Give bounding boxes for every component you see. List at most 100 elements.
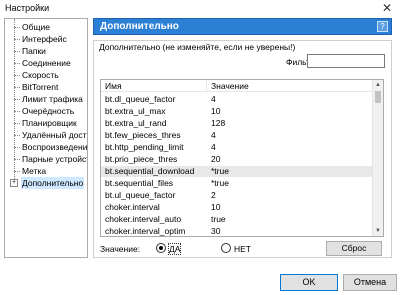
panel-header: Дополнительно ? [93, 18, 392, 35]
tree-branch [14, 135, 20, 136]
setting-value: 4 [211, 142, 216, 152]
table-header: Имя Значение [101, 80, 373, 92]
sidebar-item-transfer-cap[interactable]: Лимит трафика [5, 93, 87, 105]
setting-name: bt.few_pieces_thres [105, 130, 181, 140]
sidebar-item-speed[interactable]: Скорость [5, 69, 87, 81]
sidebar-item-label: BitTorrent [22, 82, 59, 92]
tree-branch [14, 111, 20, 112]
sidebar-item-folders[interactable]: Папки [5, 45, 87, 57]
sidebar-item-remote[interactable]: Удалённый доступ [5, 129, 87, 141]
table-row[interactable]: bt.dl_queue_factor 4 [101, 94, 373, 105]
setting-name: bt.sequential_download [105, 166, 195, 176]
setting-value: true [211, 214, 226, 224]
column-header-name[interactable]: Имя [105, 81, 122, 91]
setting-value: 4 [211, 94, 216, 104]
sidebar-item-label: Соединение [22, 58, 71, 68]
value-label: Значение: [100, 244, 141, 254]
groupbox-title: Дополнительно (не изменяйте, если не уве… [98, 42, 297, 52]
radio-no-label[interactable]: НЕТ [234, 244, 251, 254]
reset-button[interactable]: Сброс [326, 241, 382, 256]
tree-branch [14, 75, 20, 76]
setting-name: choker.interval_optim [105, 226, 186, 236]
sidebar-item-label: Лимит трафика [22, 94, 83, 104]
table-row[interactable]: choker.interval 10 [101, 202, 373, 213]
setting-value: *true [211, 178, 229, 188]
column-header-value[interactable]: Значение [211, 81, 249, 91]
tree-branch [14, 87, 20, 88]
setting-name: choker.interval [105, 202, 160, 212]
ok-button[interactable]: OK [280, 274, 338, 291]
table-scrollbar[interactable]: ▲ ▼ [372, 80, 383, 236]
tree-branch [14, 27, 20, 28]
filter-input[interactable] [307, 54, 385, 68]
value-editor: Значение: ДА НЕТ Сброс [100, 241, 388, 256]
sidebar-item-connection[interactable]: Соединение [5, 57, 87, 69]
radio-yes-label[interactable]: ДА [167, 243, 182, 255]
sidebar-item-queueing[interactable]: Очерёдность [5, 105, 87, 117]
help-icon[interactable]: ? [377, 21, 388, 32]
setting-value: 4 [211, 130, 216, 140]
scroll-down-icon[interactable]: ▼ [373, 226, 383, 236]
sidebar-item-label: Удалённый доступ [22, 130, 87, 140]
table-row-selected[interactable]: bt.sequential_download *true [101, 166, 373, 177]
radio-no[interactable] [221, 243, 231, 253]
table-row[interactable]: bt.few_pieces_thres 4 [101, 130, 373, 141]
sidebar-item-label: Метка [22, 166, 47, 176]
settings-table: Имя Значение bt.dl_queue_factor 4 bt.extr… [100, 79, 384, 237]
radio-yes[interactable] [156, 243, 166, 253]
sidebar-item-interface[interactable]: Интерфейс [5, 33, 87, 45]
setting-name: bt.ul_queue_factor [105, 190, 176, 200]
setting-name: bt.sequential_files [105, 178, 174, 188]
sidebar-item-bittorrent[interactable]: BitTorrent [5, 81, 87, 93]
setting-value: *true [211, 166, 229, 176]
setting-name: choker.interval_auto [105, 214, 182, 224]
setting-name: bt.extra_ul_max [105, 106, 166, 116]
sidebar-item-paired-devices[interactable]: Парные устройства [5, 153, 87, 165]
sidebar-item-label: Воспроизведение [22, 142, 88, 152]
setting-value: 2 [211, 190, 216, 200]
table-row[interactable]: bt.sequential_files *true [101, 178, 373, 189]
scroll-up-icon[interactable]: ▲ [373, 80, 383, 90]
setting-name: bt.prio_piece_thres [105, 154, 178, 164]
table-row[interactable]: choker.interval_optim 30 [101, 226, 373, 236]
sidebar-item-label-settings[interactable]: Метка [5, 165, 87, 177]
sidebar-item-label: Парные устройства [22, 154, 87, 164]
table-row[interactable]: choker.interval_auto true [101, 214, 373, 225]
window-title: Настройки [5, 3, 50, 13]
sidebar-item-label: Общие [22, 22, 50, 32]
table-row[interactable]: bt.prio_piece_thres 20 [101, 154, 373, 165]
tree-branch [14, 63, 20, 64]
sidebar-item-general[interactable]: Общие [5, 21, 87, 33]
tree-branch [14, 159, 20, 160]
sidebar-item-label: Интерфейс [22, 34, 67, 44]
dialog-footer: OK Отмена [0, 264, 400, 295]
column-divider[interactable] [206, 80, 207, 92]
tree-branch [14, 51, 20, 52]
sidebar-item-scheduler[interactable]: Планировщик [5, 117, 87, 129]
tree-branch [14, 99, 20, 100]
sidebar-item-label: Планировщик [22, 118, 77, 128]
sidebar-item-label: Скорость [22, 70, 59, 80]
advanced-panel: Дополнительно ? Дополнительно (не изменя… [93, 18, 396, 258]
close-icon[interactable]: ✕ [379, 0, 395, 16]
tree-branch [14, 171, 20, 172]
settings-tree: Общие Интерфейс Папки Соединение Скорост… [4, 18, 88, 258]
cancel-button[interactable]: Отмена [343, 274, 397, 291]
setting-value: 10 [211, 106, 221, 116]
table-row[interactable]: bt.ul_queue_factor 2 [101, 190, 373, 201]
table-row[interactable]: bt.http_pending_limit 4 [101, 142, 373, 153]
sidebar-item-playback[interactable]: Воспроизведение [5, 141, 87, 153]
sidebar-item-advanced[interactable]: + Дополнительно [5, 177, 87, 189]
setting-value: 30 [211, 226, 221, 236]
setting-name: bt.extra_ul_rand [105, 118, 167, 128]
expand-icon[interactable]: + [10, 179, 18, 187]
table-row[interactable]: bt.extra_ul_max 10 [101, 106, 373, 117]
sidebar-item-label: Папки [22, 46, 46, 56]
setting-value: 128 [211, 118, 226, 128]
scroll-thumb[interactable] [375, 91, 381, 103]
setting-name: bt.dl_queue_factor [105, 94, 176, 104]
tree-branch [14, 39, 20, 40]
sidebar-item-label: Очерёдность [22, 106, 75, 116]
table-row[interactable]: bt.extra_ul_rand 128 [101, 118, 373, 129]
setting-name: bt.http_pending_limit [105, 142, 184, 152]
